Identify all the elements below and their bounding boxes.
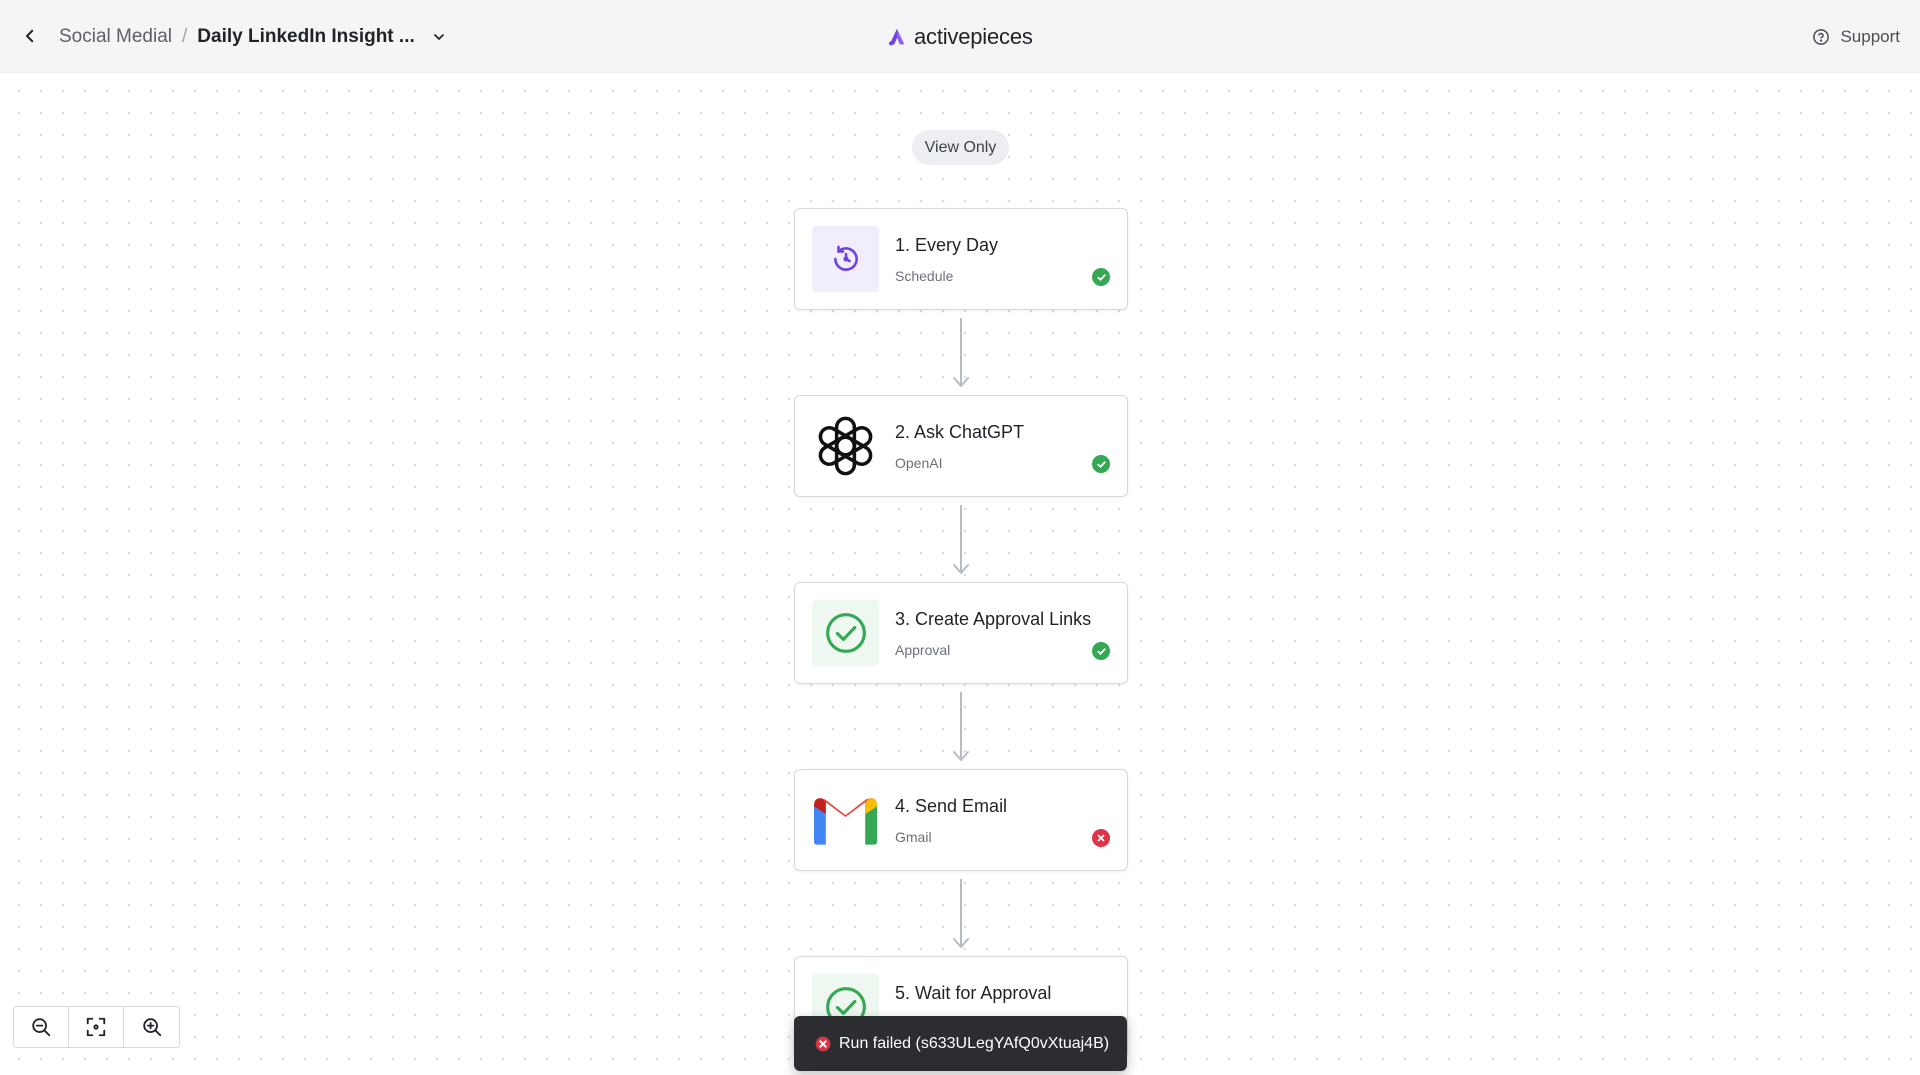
step-connector	[953, 879, 969, 948]
support-button[interactable]: Support	[1812, 0, 1900, 73]
step-subtitle: OpenAI	[895, 455, 943, 471]
step-icon-box	[812, 226, 879, 292]
step-connector	[953, 692, 969, 761]
error-circle-icon	[815, 1036, 831, 1051]
chevron-down-icon	[433, 33, 444, 40]
approval-icon	[825, 613, 866, 653]
flow-canvas[interactable]: View Only 1. Every Day Schedule 2. Ask C…	[0, 74, 1920, 1075]
back-button[interactable]	[14, 20, 46, 52]
openai-icon	[818, 416, 873, 476]
step-subtitle: Schedule	[895, 268, 954, 284]
step-card-ask-chatgpt[interactable]: 2. Ask ChatGPT OpenAI	[794, 395, 1128, 497]
gmail-icon	[813, 798, 878, 845]
fit-view-icon	[86, 1017, 106, 1037]
brand-name: activepieces	[914, 23, 1033, 49]
step-title: 4. Send Email	[895, 796, 1008, 816]
zoom-in-button[interactable]	[124, 1007, 179, 1047]
step-icon-box	[812, 787, 879, 853]
breadcrumb-separator: /	[182, 25, 188, 47]
status-success-icon	[1092, 268, 1110, 286]
fit-view-button[interactable]	[69, 1007, 124, 1047]
help-circle-icon	[1813, 28, 1830, 45]
step-connector	[953, 505, 969, 574]
breadcrumb-flow-name[interactable]: Daily LinkedIn Insight ...	[197, 26, 414, 48]
step-title: 3. Create Approval Links	[895, 609, 1092, 629]
brand-logo: activepieces	[886, 0, 1033, 73]
step-icon-box	[812, 600, 879, 666]
step-card-create-approval-links[interactable]: 3. Create Approval Links Approval	[794, 582, 1128, 684]
zoom-out-button[interactable]	[14, 1007, 69, 1047]
support-label: Support	[1840, 26, 1900, 46]
step-title: 5. Wait for Approval	[895, 983, 1052, 1003]
schedule-icon	[833, 245, 858, 271]
activepieces-logo-icon	[889, 28, 905, 45]
flow-menu-button[interactable]	[431, 29, 447, 45]
zoom-controls	[13, 1006, 180, 1048]
step-title: 1. Every Day	[895, 235, 999, 255]
status-failed-icon	[1092, 829, 1110, 847]
step-subtitle: Gmail	[895, 829, 932, 845]
breadcrumb: Social Medial / Daily LinkedIn Insight .…	[59, 0, 447, 73]
chevron-left-icon	[26, 29, 34, 43]
view-only-badge: View Only	[912, 130, 1009, 165]
top-bar: Social Medial / Daily LinkedIn Insight .…	[0, 0, 1920, 73]
step-connector	[953, 318, 969, 387]
zoom-in-icon	[142, 1018, 161, 1037]
status-success-icon	[1092, 642, 1110, 660]
zoom-out-icon	[32, 1018, 51, 1037]
toast-message: Run failed (s633ULegYAfQ0vXtuaj4B)	[839, 1034, 1110, 1052]
step-card-send-email[interactable]: 4. Send Email Gmail	[794, 769, 1128, 871]
step-card-every-day[interactable]: 1. Every Day Schedule	[794, 208, 1128, 310]
run-failed-toast[interactable]: Run failed (s633ULegYAfQ0vXtuaj4B)	[794, 1016, 1127, 1071]
status-success-icon	[1092, 455, 1110, 473]
step-title: 2. Ask ChatGPT	[895, 422, 1025, 442]
step-icon-box	[812, 413, 879, 479]
breadcrumb-folder[interactable]: Social Medial	[59, 26, 172, 48]
step-subtitle: Approval	[895, 642, 951, 658]
